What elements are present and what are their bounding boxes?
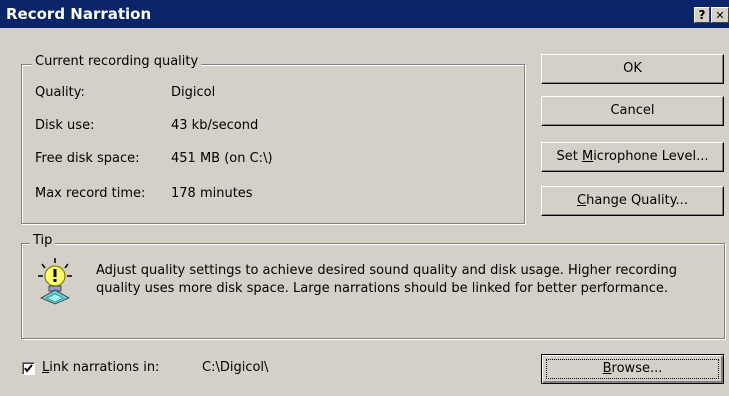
help-button[interactable]: ? [694, 7, 710, 23]
link-path: C:\Digicol\ [202, 360, 269, 375]
ok-button[interactable]: OK [541, 54, 724, 84]
set-mic-label-prefix: Set [556, 149, 582, 164]
tip-text: Adjust quality settings to achieve desir… [96, 263, 677, 296]
disk-use-value: 43 kb/second [171, 118, 259, 133]
quality-value: Digicol [171, 85, 216, 100]
set-mic-label-rest: icrophone Level... [593, 149, 709, 164]
free-disk-label: Free disk space: [35, 151, 140, 166]
checkmark-icon [24, 364, 33, 373]
free-disk-value: 451 MB (on C:\) [171, 151, 273, 166]
record-narration-dialog: Record Narration ? ✕ Current recording q… [0, 0, 729, 396]
disk-use-label: Disk use: [35, 118, 95, 133]
help-icon: ? [698, 8, 706, 22]
cancel-label: Cancel [610, 103, 655, 118]
max-record-label: Max record time: [35, 186, 146, 201]
max-record-value: 178 minutes [171, 186, 253, 201]
change-quality-button[interactable]: Change Quality... [541, 186, 724, 216]
set-mic-mnemonic: M [581, 149, 594, 164]
link-narrations-checkbox[interactable] [22, 362, 35, 375]
ok-label: OK [623, 61, 642, 76]
change-quality-label-rest: hange Quality... [586, 193, 688, 208]
link-label-rest: ink narrations in: [49, 360, 160, 375]
focus-ring [546, 359, 719, 379]
close-icon: ✕ [715, 9, 725, 22]
lightbulb-icon [38, 258, 72, 305]
browse-button[interactable]: Browse... [541, 354, 724, 384]
title-bar[interactable]: Record Narration ? ✕ [0, 0, 729, 28]
set-microphone-level-button[interactable]: Set Microphone Level... [541, 142, 724, 172]
window-title: Record Narration [6, 5, 152, 23]
change-quality-mnemonic: C [577, 193, 587, 208]
link-narrations-label[interactable]: Link narrations in: [42, 360, 159, 375]
quality-label: Quality: [35, 85, 85, 100]
tip-group-legend: Tip [30, 233, 56, 248]
cancel-button[interactable]: Cancel [541, 96, 724, 126]
close-button[interactable]: ✕ [711, 7, 729, 23]
quality-group-legend: Current recording quality [32, 54, 202, 69]
